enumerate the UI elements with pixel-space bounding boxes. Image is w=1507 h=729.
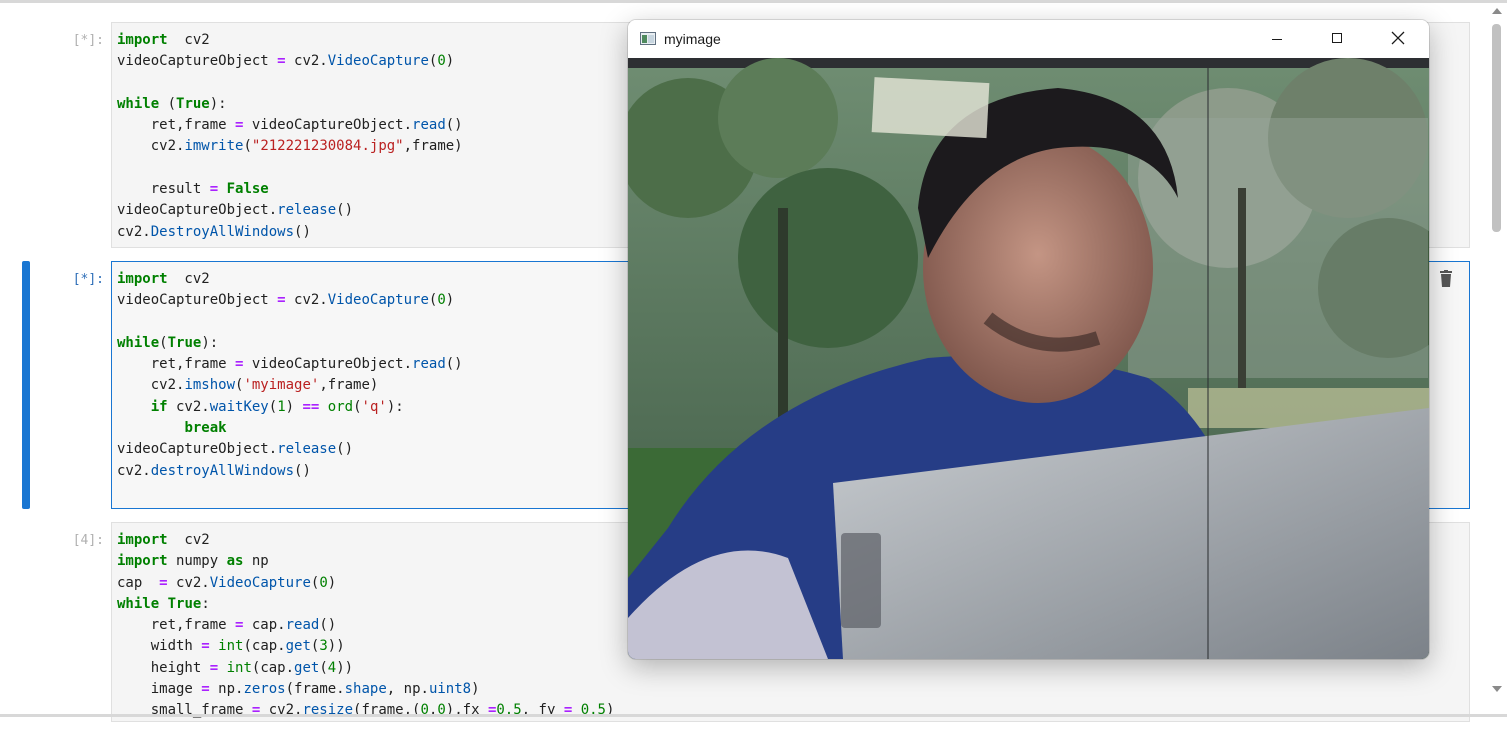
cell-selection-bar — [22, 261, 30, 509]
code-line[interactable]: while (True): — [117, 96, 227, 112]
code-line[interactable]: image = np.zeros(frame.shape, np.uint8) — [117, 681, 480, 697]
code-line[interactable]: cv2.DestroyAllWindows() — [117, 224, 311, 240]
code-line[interactable]: break — [117, 420, 226, 436]
code-line[interactable]: while True: — [117, 596, 210, 612]
close-icon — [1391, 31, 1405, 45]
minimize-button[interactable] — [1248, 20, 1306, 58]
scroll-down-icon[interactable] — [1492, 686, 1502, 692]
code-line[interactable]: import cv2 — [117, 532, 210, 548]
code-line[interactable]: cap = cv2.VideoCapture(0) — [117, 575, 336, 591]
execution-prompt: [*]: — [72, 33, 104, 48]
window-title: myimage — [664, 31, 721, 47]
code-line[interactable]: width = int(cap.get(3)) — [117, 638, 345, 654]
close-button[interactable] — [1368, 20, 1426, 58]
maximize-button[interactable] — [1308, 20, 1366, 58]
code-line[interactable]: height = int(cap.get(4)) — [117, 660, 353, 676]
opencv-window[interactable]: myimage — [628, 20, 1429, 659]
code-line[interactable]: videoCaptureObject = cv2.VideoCapture(0) — [117, 53, 454, 69]
trash-icon[interactable] — [1438, 270, 1454, 288]
maximize-icon — [1332, 33, 1342, 43]
code-line[interactable]: cv2.destroyAllWindows() — [117, 463, 311, 479]
cell-selection-bar — [22, 522, 30, 722]
code-line[interactable]: videoCaptureObject.release() — [117, 202, 353, 218]
window-titlebar[interactable]: myimage — [628, 20, 1429, 58]
code-line[interactable]: import cv2 — [117, 32, 210, 48]
code-line[interactable]: ret,frame = videoCaptureObject.read() — [117, 117, 463, 133]
page-scrollbar[interactable] — [1489, 8, 1505, 698]
code-line[interactable]: result = False — [117, 181, 269, 197]
code-line[interactable]: cv2.imwrite("212221230084.jpg",frame) — [117, 138, 463, 154]
camera-frame-image — [628, 58, 1429, 659]
cell-selection-bar — [22, 22, 30, 248]
app-window-icon — [640, 32, 656, 45]
execution-prompt: [4]: — [72, 533, 104, 548]
scroll-thumb[interactable] — [1492, 24, 1501, 232]
code-line[interactable]: videoCaptureObject.release() — [117, 441, 353, 457]
code-line[interactable]: if cv2.waitKey(1) == ord('q'): — [117, 399, 404, 415]
code-line[interactable]: ret,frame = cap.read() — [117, 617, 336, 633]
code-line[interactable]: cv2.imshow('myimage',frame) — [117, 377, 379, 393]
code-line[interactable]: import cv2 — [117, 271, 210, 287]
scroll-up-icon[interactable] — [1492, 8, 1502, 14]
minimize-icon — [1272, 39, 1282, 40]
code-line[interactable]: videoCaptureObject = cv2.VideoCapture(0) — [117, 292, 454, 308]
code-line[interactable]: while(True): — [117, 335, 218, 351]
code-line[interactable]: import numpy as np — [117, 553, 269, 569]
code-line[interactable]: ret,frame = videoCaptureObject.read() — [117, 356, 463, 372]
execution-prompt: [*]: — [72, 272, 104, 287]
top-border — [0, 0, 1507, 3]
